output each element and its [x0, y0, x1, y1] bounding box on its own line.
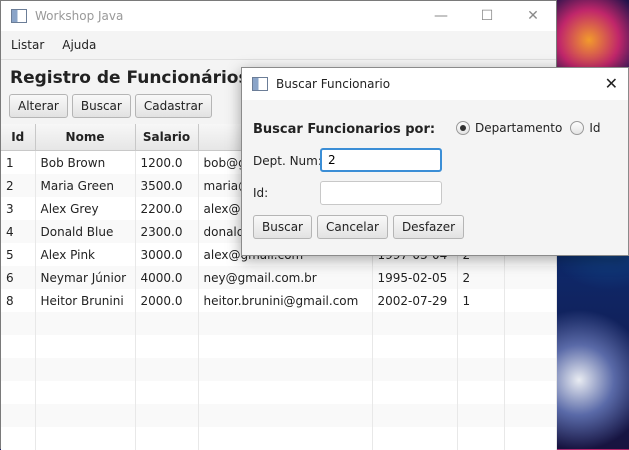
- header-salario[interactable]: Salario: [135, 124, 199, 151]
- window-title: Workshop Java: [35, 9, 124, 23]
- table-row[interactable]: 6 Neymar Júnior 4000.0 ney@gmail.com.br …: [1, 266, 557, 289]
- empty-row: [1, 404, 557, 427]
- id-label: Id:: [253, 186, 269, 200]
- dialog-body: Buscar Funcionarios por: Departamento Id…: [242, 100, 628, 256]
- cell-salario: 3500.0: [135, 174, 199, 197]
- radio-id[interactable]: [570, 121, 585, 135]
- radio-id-label[interactable]: Id: [589, 121, 600, 135]
- header-nome[interactable]: Nome: [35, 124, 136, 151]
- cell-id: 6: [1, 266, 36, 289]
- empty-row: [1, 358, 557, 381]
- cell-id: 5: [1, 243, 36, 266]
- dialog-window-icon: [252, 77, 268, 91]
- maximize-icon[interactable]: ☐: [464, 1, 510, 31]
- radio-departamento[interactable]: [456, 121, 470, 135]
- dialog-title: Buscar Funcionario: [276, 77, 391, 91]
- cell-email: ney@gmail.com.br: [198, 266, 373, 289]
- minimize-icon[interactable]: —: [418, 1, 464, 31]
- cell-birth: 1995-02-05: [372, 266, 458, 289]
- header-id[interactable]: Id: [1, 124, 36, 151]
- cell-nome: Alex Pink: [35, 243, 136, 266]
- dialog-cancelar-button[interactable]: Cancelar: [316, 215, 388, 239]
- search-heading: Buscar Funcionarios por:: [253, 122, 436, 137]
- cell-salario: 4000.0: [135, 266, 199, 289]
- menubar: Listar Ajuda: [1, 31, 556, 60]
- empty-row: [1, 381, 557, 404]
- dialog-titlebar: Buscar Funcionario ✕: [242, 68, 628, 100]
- cell-salario: 2200.0: [135, 197, 199, 220]
- cell-dept: 1: [457, 289, 505, 312]
- empty-row: [1, 312, 557, 335]
- cell-nome: Heitor Brunini: [35, 289, 136, 312]
- dialog-buscar-button[interactable]: Buscar: [253, 215, 312, 239]
- cell-nome: Alex Grey: [35, 197, 136, 220]
- empty-row: [1, 335, 557, 358]
- cell-id: 4: [1, 220, 36, 243]
- cell-salario: 2000.0: [135, 289, 199, 312]
- cell-nome: Neymar Júnior: [35, 266, 136, 289]
- cell-id: 3: [1, 197, 36, 220]
- cadastrar-button[interactable]: Cadastrar: [134, 94, 212, 118]
- search-dialog: Buscar Funcionario ✕ Buscar Funcionarios…: [241, 67, 629, 256]
- close-icon[interactable]: ✕: [510, 1, 556, 31]
- menu-listar[interactable]: Listar: [11, 38, 44, 52]
- cell-birth: 2002-07-29: [372, 289, 458, 312]
- empty-row: [1, 427, 557, 450]
- dialog-close-icon[interactable]: ✕: [605, 74, 618, 93]
- cell-salario: 3000.0: [135, 243, 199, 266]
- cell-salario: 1200.0: [135, 150, 199, 174]
- dept-num-input[interactable]: [320, 148, 442, 172]
- cell-email: heitor.brunini@gmail.com: [198, 289, 373, 312]
- main-titlebar: Workshop Java — ☐ ✕: [1, 1, 556, 31]
- menu-ajuda[interactable]: Ajuda: [62, 38, 96, 52]
- cell-salario: 2300.0: [135, 220, 199, 243]
- dialog-desfazer-button[interactable]: Desfazer: [392, 215, 465, 239]
- cell-dept: 2: [457, 266, 505, 289]
- cell-id: 1: [1, 150, 36, 174]
- dialog-buttons: Buscar Cancelar Desfazer: [253, 215, 465, 239]
- cell-id: 2: [1, 174, 36, 197]
- buscar-button[interactable]: Buscar: [71, 94, 131, 118]
- cell-nome: Donald Blue: [35, 220, 136, 243]
- cell-nome: Maria Green: [35, 174, 136, 197]
- alterar-button[interactable]: Alterar: [9, 94, 68, 118]
- cell-nome: Bob Brown: [35, 150, 136, 174]
- cell-id: 8: [1, 289, 36, 312]
- search-mode-radios: Departamento Id: [456, 121, 608, 135]
- id-input[interactable]: [320, 181, 442, 205]
- radio-departamento-label[interactable]: Departamento: [475, 121, 562, 135]
- app-window-icon: [11, 9, 27, 23]
- dept-num-label: Dept. Num:: [253, 154, 322, 168]
- table-row[interactable]: 8 Heitor Brunini 2000.0 heitor.brunini@g…: [1, 289, 557, 312]
